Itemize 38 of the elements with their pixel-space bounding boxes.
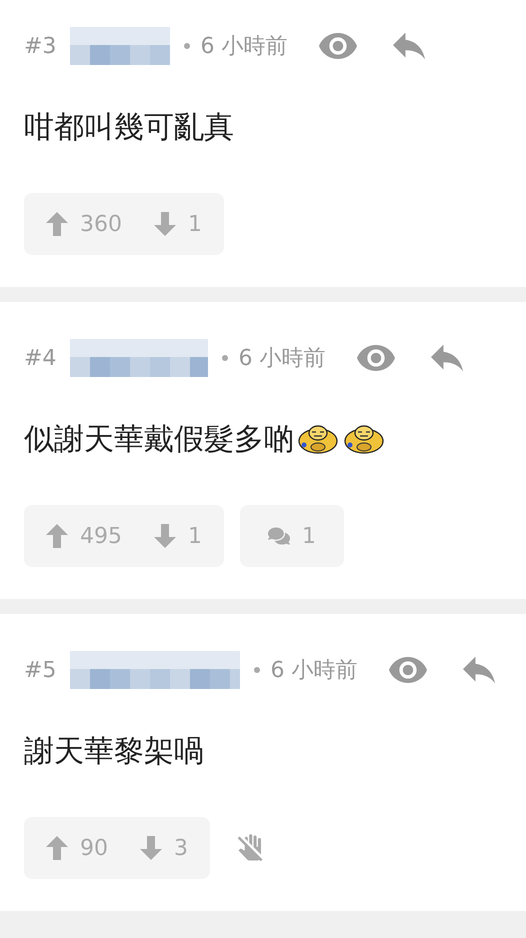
view-button[interactable] bbox=[389, 657, 428, 683]
view-button[interactable] bbox=[319, 33, 358, 59]
reply-button[interactable] bbox=[393, 32, 426, 60]
up-arrow-icon bbox=[46, 836, 68, 860]
separator-dot bbox=[184, 43, 190, 49]
eye-icon bbox=[389, 657, 428, 683]
reply-icon bbox=[463, 656, 496, 684]
down-arrow-icon bbox=[140, 836, 162, 860]
down-arrow-icon bbox=[154, 212, 176, 236]
reply-button[interactable] bbox=[463, 656, 496, 684]
post-number: #3 bbox=[24, 34, 56, 58]
up-arrow-icon bbox=[46, 212, 68, 236]
reply-icon bbox=[431, 344, 464, 372]
downvote-button[interactable]: 3 bbox=[140, 836, 188, 860]
eye-icon bbox=[357, 345, 396, 371]
post-content: 似謝天華戴假髮多啲 bbox=[24, 421, 294, 459]
replies-button[interactable]: 1 bbox=[240, 505, 344, 567]
upvote-button[interactable]: 495 bbox=[46, 524, 122, 548]
down-arrow-icon bbox=[154, 524, 176, 548]
post-time: 6 小時前 bbox=[270, 657, 358, 685]
reply-button[interactable] bbox=[431, 344, 464, 372]
post-number: #4 bbox=[24, 346, 56, 370]
downvote-button[interactable]: 1 bbox=[154, 212, 202, 236]
view-button[interactable] bbox=[357, 345, 396, 371]
post-number: #5 bbox=[24, 658, 56, 682]
eye-icon bbox=[319, 33, 358, 59]
comments-icon bbox=[268, 525, 290, 547]
up-arrow-icon bbox=[46, 524, 68, 548]
downvote-button[interactable]: 1 bbox=[154, 524, 202, 548]
separator-dot bbox=[222, 355, 228, 361]
reply-icon bbox=[393, 32, 426, 60]
post-content: 謝天華黎架喎 bbox=[24, 733, 204, 771]
upvote-button[interactable]: 360 bbox=[46, 212, 122, 236]
post-content: 咁都叫幾可亂真 bbox=[24, 109, 234, 147]
post-time: 6 小時前 bbox=[238, 345, 326, 373]
post-time: 6 小時前 bbox=[200, 33, 288, 61]
separator-dot bbox=[254, 667, 260, 673]
upvote-button[interactable]: 90 bbox=[46, 836, 108, 860]
